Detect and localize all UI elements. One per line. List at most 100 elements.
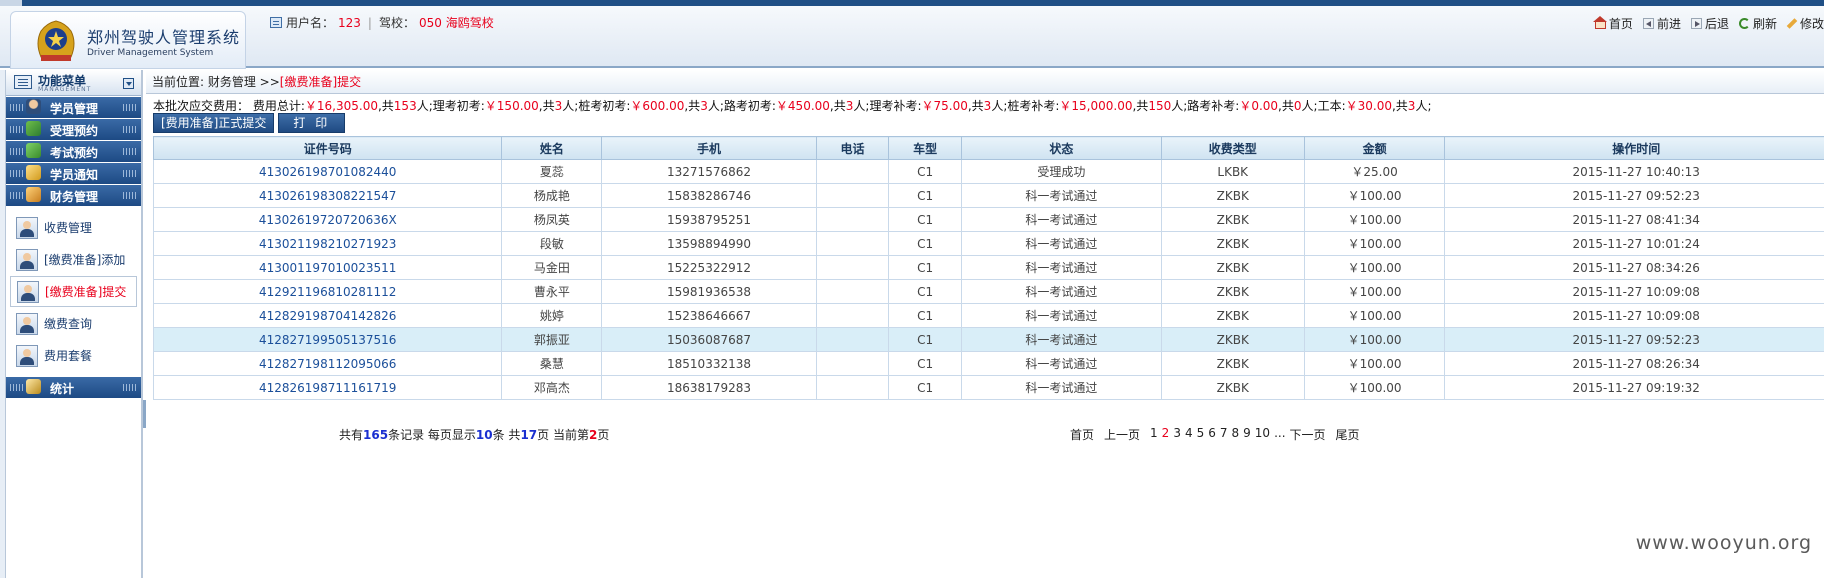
table-cell: 15225322912 — [601, 255, 817, 280]
nav-back[interactable]: 后退 — [1690, 15, 1729, 32]
sidebar-cat-notice[interactable]: 学员通知 — [6, 163, 141, 184]
table-row[interactable]: 412827198112095066 桑慧 18510332138 C1 科一考试通过 Z… — [152, 351, 1824, 376]
column-header[interactable]: 收费类型 — [1160, 136, 1305, 160]
table-row[interactable]: 412826198711161719 邓高杰 18638179283 C1 科一考试通过… — [152, 375, 1824, 400]
table-cell: 夏蕊 — [501, 159, 603, 184]
sidebar-cat-stats[interactable]: 统计 — [6, 377, 141, 398]
grip-icon — [123, 384, 137, 391]
sidebar-item-label: 收费管理 — [44, 221, 93, 235]
prev-page-link[interactable]: 上一页 — [1104, 426, 1140, 443]
pager-text: 共有 — [339, 428, 364, 442]
table-cell — [815, 375, 890, 400]
id-number-cell: 41302619720720636X — [152, 207, 503, 232]
table-cell: LKBK — [1160, 159, 1305, 184]
table-row[interactable]: 412921196810281112 曹永平 15981936538 C1 科一考试通过… — [152, 279, 1824, 304]
pager-text: 条 共 — [492, 428, 521, 442]
table-cell: 科一考试通过 — [961, 183, 1162, 208]
fee-amount: ￥600.00 — [630, 99, 685, 113]
column-header[interactable]: 手机 — [601, 136, 817, 160]
sidebar-cat-exam[interactable]: 考试预约 — [6, 141, 141, 162]
sidebar-cat-booking[interactable]: 受理预约 — [6, 119, 141, 140]
last-page-link[interactable]: 尾页 — [1336, 426, 1360, 443]
fee-text: ,共 — [377, 99, 394, 113]
table-row[interactable]: 412827199505137516 郭振亚 15036087687 C1 科一考试通过… — [152, 327, 1824, 352]
column-header[interactable]: 姓名 — [501, 136, 603, 160]
table-row[interactable]: 413026198701082440 夏蕊 13271576862 C1 受理成功 LKB… — [152, 159, 1824, 184]
page-link[interactable]: 5 — [1197, 426, 1205, 443]
table-row[interactable]: 41302619720720636X 杨凤英 15938795251 C1 科一考试通过… — [152, 207, 1824, 232]
table-cell: 2015-11-27 09:52:23 — [1444, 183, 1824, 208]
collapse-menu-icon[interactable] — [123, 78, 134, 89]
submit-button[interactable]: [费用准备]正式提交 — [153, 113, 275, 133]
table-cell: 15238646667 — [601, 303, 817, 328]
person-card-icon — [16, 312, 38, 335]
id-number-cell: 413021198210271923 — [152, 231, 503, 256]
print-button[interactable]: 打 印 — [278, 113, 346, 133]
fee-count: 3 — [700, 99, 708, 113]
table-cell: C1 — [888, 327, 962, 352]
table-cell: 科一考试通过 — [961, 327, 1162, 352]
nav-home-label: 首页 — [1608, 17, 1633, 31]
page-link[interactable]: 7 — [1220, 426, 1228, 443]
table-row[interactable]: 413001197010023511 马金田 15225322912 C1 科一考试通过… — [152, 255, 1824, 280]
table-cell: ￥100.00 — [1303, 207, 1446, 232]
column-header[interactable]: 状态 — [961, 136, 1162, 160]
column-header[interactable]: 电话 — [815, 136, 890, 160]
fee-count: 153 — [393, 99, 417, 113]
table-cell: 邓高杰 — [501, 375, 603, 400]
sidebar-item-fee-package[interactable]: 费用套餐 — [10, 340, 137, 371]
nav-edit[interactable]: 修改 — [1786, 15, 1824, 32]
table-cell — [815, 207, 890, 232]
sidebar-item-prep-add[interactable]: [缴费准备]添加 — [10, 244, 137, 275]
nav-home[interactable]: 首页 — [1592, 15, 1633, 32]
table-row[interactable]: 413021198210271923 段敏 13598894990 C1 科一考试通过 Z… — [152, 231, 1824, 256]
table-cell: ￥100.00 — [1303, 375, 1446, 400]
grip-icon — [123, 148, 137, 155]
fee-amount: ￥450.00 — [775, 99, 830, 113]
grip-icon — [10, 148, 24, 155]
page-link[interactable]: 3 — [1173, 426, 1181, 443]
nav-forward[interactable]: 前进 — [1642, 15, 1681, 32]
breadcrumb-prefix: 当前位置: — [152, 75, 208, 89]
column-header[interactable]: 证件号码 — [152, 136, 503, 160]
column-header[interactable]: 金额 — [1303, 136, 1446, 160]
table-cell: 15981936538 — [601, 279, 817, 304]
page-link[interactable]: 9 — [1243, 426, 1251, 443]
table-body: 413026198701082440 夏蕊 13271576862 C1 受理成功 LKB… — [152, 159, 1824, 400]
table-cell — [815, 279, 890, 304]
fee-text: ,共 — [538, 99, 555, 113]
column-header[interactable]: 车型 — [888, 136, 962, 160]
nav-refresh[interactable]: 刷新 — [1738, 15, 1777, 32]
column-header[interactable]: 操作时间 — [1444, 136, 1824, 160]
sidebar-cat-finance[interactable]: 财务管理 — [6, 185, 141, 206]
page-link[interactable]: 6 — [1208, 426, 1216, 443]
table-row[interactable]: 413026198308221547 杨成艳 15838286746 C1 科一考试通过… — [152, 183, 1824, 208]
sidebar-item-prep-submit[interactable]: [缴费准备]提交 — [10, 276, 137, 307]
sidebar-cat-label: 受理预约 — [50, 124, 99, 138]
id-number-cell: 412826198711161719 — [152, 375, 503, 400]
sidebar-cat-label: 学员管理 — [50, 102, 99, 116]
table-cell — [815, 231, 890, 256]
page-link[interactable]: 10 — [1255, 426, 1270, 443]
grip-icon — [123, 104, 137, 111]
sidebar-item-fee-management[interactable]: 收费管理 — [10, 212, 137, 243]
table-cell: 2015-11-27 08:41:34 — [1444, 207, 1824, 232]
pager-ellipsis: ... — [1274, 426, 1286, 440]
table-cell: 科一考试通过 — [961, 231, 1162, 256]
sidebar-item-payment-query[interactable]: 缴费查询 — [10, 308, 137, 339]
page-link[interactable]: 4 — [1185, 426, 1193, 443]
page-link[interactable]: 2 — [1162, 426, 1170, 443]
fee-name: 路考初考: — [723, 99, 776, 113]
page-link[interactable]: 8 — [1232, 426, 1240, 443]
first-page-link[interactable]: 首页 — [1070, 426, 1094, 443]
next-page-link[interactable]: 下一页 — [1290, 426, 1326, 443]
id-number-cell: 413026198701082440 — [152, 159, 503, 184]
header: 郑州驾驶人管理系统 Driver Management System 用户名： … — [0, 6, 1824, 69]
sidebar-cat-students[interactable]: 学员管理 — [6, 97, 141, 118]
table-cell: ZKBK — [1160, 303, 1305, 328]
table-cell: 2015-11-27 10:09:08 — [1444, 303, 1824, 328]
table-row[interactable]: 412829198704142826 姚婷 15238646667 C1 科一考试通过 Z… — [152, 303, 1824, 328]
table-cell: ￥100.00 — [1303, 303, 1446, 328]
page-link[interactable]: 1 — [1150, 426, 1158, 443]
table-cell: ZKBK — [1160, 351, 1305, 376]
